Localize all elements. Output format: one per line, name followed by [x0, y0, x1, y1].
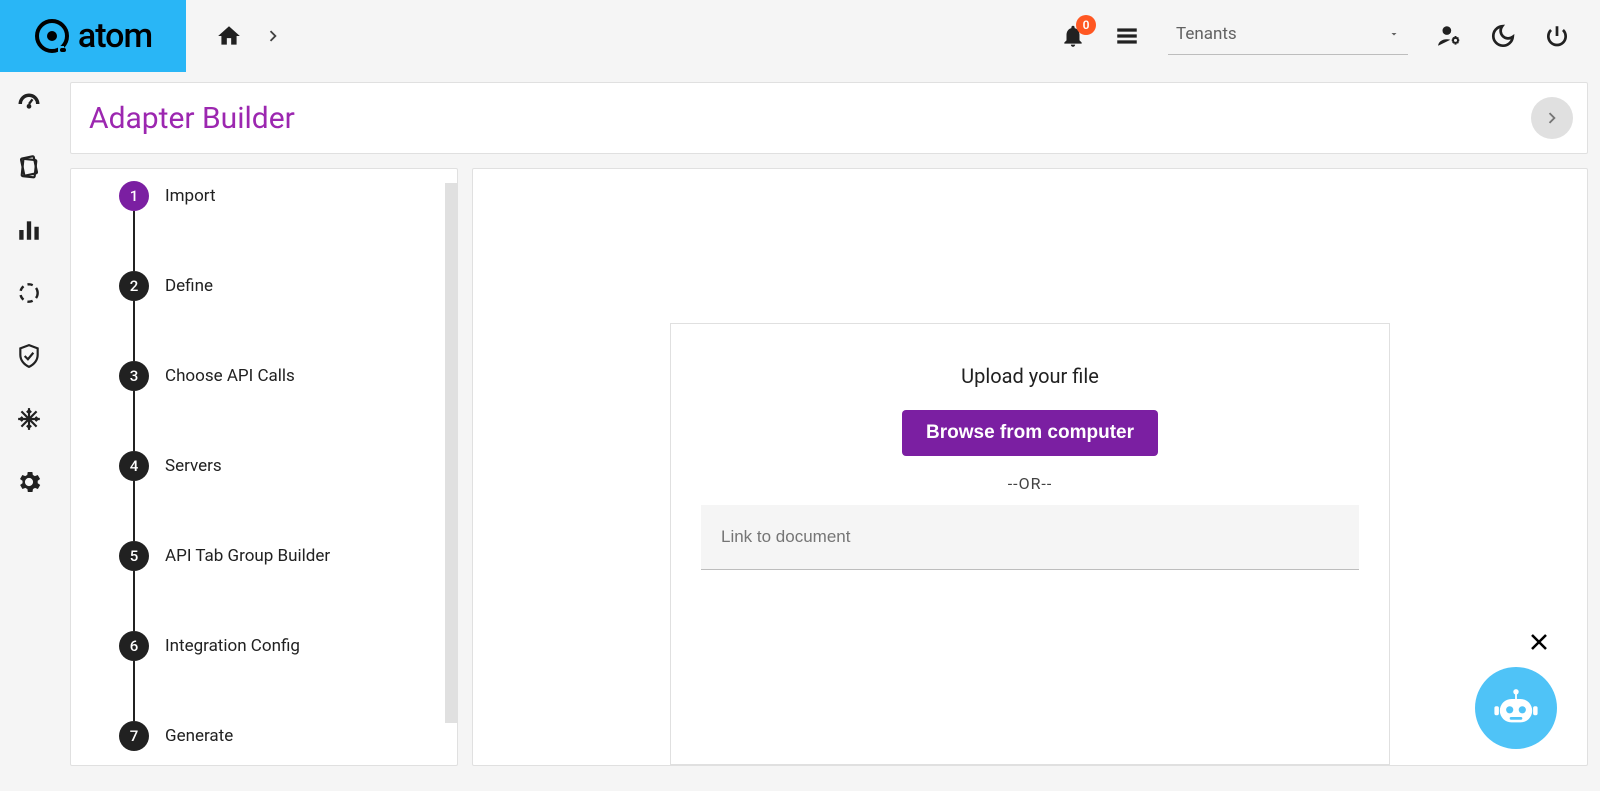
snowflake-icon[interactable] [15, 405, 43, 433]
power-icon[interactable] [1544, 23, 1570, 49]
step-label: API Tab Group Builder [165, 546, 330, 566]
expand-button[interactable] [1531, 97, 1573, 139]
list-dense-icon[interactable] [1114, 23, 1140, 49]
scrollbar[interactable] [445, 183, 457, 723]
brand-name: atom [78, 16, 152, 56]
step-connector [119, 483, 457, 539]
step-label: Integration Config [165, 636, 300, 656]
shield-icon[interactable] [15, 342, 43, 370]
brand-icon [34, 18, 70, 54]
browse-button[interactable]: Browse from computer [902, 410, 1158, 456]
upload-title: Upload your file [961, 364, 1099, 388]
workflow-icon[interactable] [15, 279, 43, 307]
step-number: 3 [119, 361, 149, 391]
step-label: Generate [165, 726, 233, 746]
step-label: Servers [165, 456, 222, 476]
step-connector [119, 663, 457, 719]
step-item-6[interactable]: 6 Integration Config [119, 629, 457, 663]
step-number: 2 [119, 271, 149, 301]
notification-badge: 0 [1076, 15, 1096, 35]
cards-icon[interactable] [15, 153, 43, 181]
step-connector [119, 573, 457, 629]
step-number: 6 [119, 631, 149, 661]
close-icon[interactable] [1527, 630, 1551, 661]
notifications-button[interactable]: 0 [1060, 23, 1086, 49]
brand-logo[interactable]: atom [0, 0, 186, 72]
chart-icon[interactable] [15, 216, 43, 244]
home-icon[interactable] [216, 23, 242, 49]
user-settings-icon[interactable] [1436, 23, 1462, 49]
step-number: 5 [119, 541, 149, 571]
step-label: Choose API Calls [165, 366, 295, 386]
step-item-3[interactable]: 3 Choose API Calls [119, 359, 457, 393]
tenant-label: Tenants [1176, 24, 1237, 44]
step-connector [119, 213, 457, 269]
step-item-2[interactable]: 2 Define [119, 269, 457, 303]
page-title: Adapter Builder [89, 101, 295, 136]
header-tools: 0 Tenants [1060, 18, 1600, 55]
step-connector [119, 393, 457, 449]
import-panel: Upload your file Browse from computer --… [472, 168, 1588, 766]
step-number: 4 [119, 451, 149, 481]
step-number: 1 [119, 181, 149, 211]
chevron-right-icon [262, 25, 284, 47]
step-connector [119, 303, 457, 359]
step-number: 7 [119, 721, 149, 751]
gear-icon[interactable] [15, 468, 43, 496]
document-link-input[interactable] [701, 505, 1359, 570]
step-item-4[interactable]: 4 Servers [119, 449, 457, 483]
page-header-card: Adapter Builder [70, 82, 1588, 154]
step-item-5[interactable]: 5 API Tab Group Builder [119, 539, 457, 573]
or-divider: --OR-- [1008, 474, 1053, 493]
chatbot-button[interactable] [1475, 667, 1557, 749]
upload-box: Upload your file Browse from computer --… [670, 323, 1390, 765]
side-nav [0, 72, 58, 791]
dark-mode-icon[interactable] [1490, 23, 1516, 49]
main-content: Adapter Builder 1 Import 2 Define 3 Choose AP… [58, 72, 1600, 791]
chevron-down-icon [1388, 28, 1400, 40]
step-label: Import [165, 186, 216, 206]
dashboard-icon[interactable] [15, 90, 43, 118]
tenant-dropdown[interactable]: Tenants [1168, 18, 1408, 55]
step-item-1[interactable]: 1 Import [119, 179, 457, 213]
step-item-7[interactable]: 7 Generate [119, 719, 457, 753]
steps-panel: 1 Import 2 Define 3 Choose API Calls 4 Servers 5… [70, 168, 458, 766]
breadcrumb [186, 23, 284, 49]
top-bar: atom 0 Tenants [0, 0, 1600, 72]
step-label: Define [165, 276, 213, 296]
